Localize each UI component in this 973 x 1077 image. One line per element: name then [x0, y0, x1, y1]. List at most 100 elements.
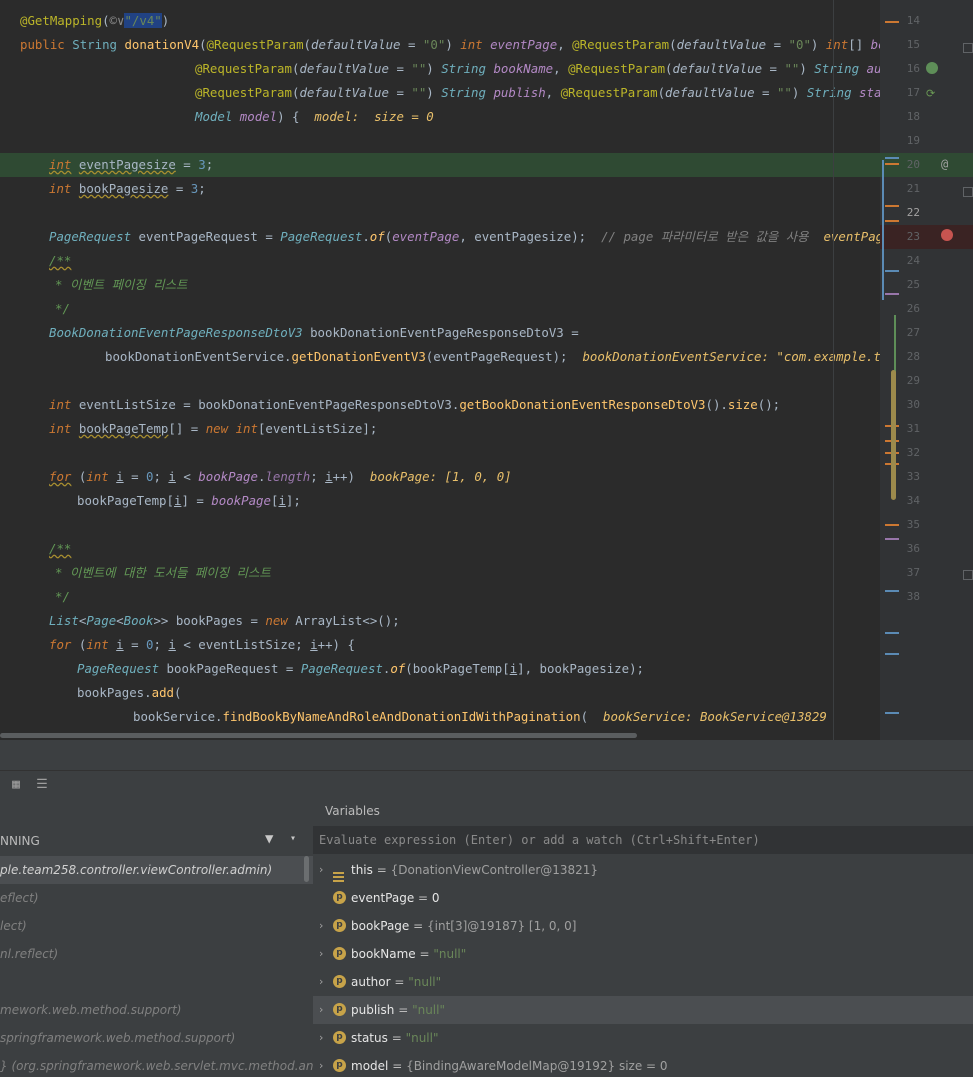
parameter-icon: p [333, 975, 346, 988]
variable-name: bookPage [351, 919, 410, 933]
code-line-42: bookService.findBookByNameAndRoleAndDona… [133, 709, 827, 724]
line-number: 21 [906, 182, 920, 195]
variable-row[interactable]: › p bookPage = {int[3]@19187} [1, 0, 0] [313, 912, 973, 940]
change-marker [885, 524, 899, 526]
filter-icon[interactable]: ▼ [265, 831, 273, 847]
variable-row[interactable]: p eventPage = 0 [313, 884, 973, 912]
chevron-down-icon[interactable]: ▾ [290, 833, 296, 844]
line-number: 20 [906, 158, 920, 171]
variable-value: "null" [412, 1003, 445, 1017]
line-number: 19 [906, 134, 920, 147]
change-marker [885, 163, 899, 165]
fold-icon[interactable] [963, 43, 973, 53]
expand-arrow-icon[interactable]: › [319, 996, 323, 1024]
change-marker [885, 653, 899, 655]
line-number: 30 [906, 398, 920, 411]
parameter-icon: p [333, 947, 346, 960]
expand-arrow-icon[interactable]: › [319, 856, 323, 884]
line-number: 32 [906, 446, 920, 459]
frames-scrollbar[interactable] [304, 856, 309, 882]
code-line-30: int bookPageTemp[] = new int[eventListSi… [49, 421, 378, 436]
line-number: 27 [906, 326, 920, 339]
expand-arrow-icon[interactable]: › [319, 1052, 323, 1077]
change-marker [885, 157, 899, 159]
stack-frame[interactable]: springframework.web.method.support) [0, 1024, 313, 1052]
expand-arrow-icon[interactable]: › [319, 912, 323, 940]
stack-frame[interactable]: eflect) [0, 884, 313, 912]
change-marker [885, 538, 899, 540]
code-line-25: */ [55, 301, 70, 316]
code-line-26: BookDonationEventPageResponseDtoV3 bookD… [49, 325, 579, 340]
code-editor[interactable]: @GetMapping(©∨"/v4") public String donat… [0, 0, 973, 740]
parameter-icon: p [333, 919, 346, 932]
comment-page-param: // page 파라미터로 받은 값을 사용 [601, 229, 809, 244]
variable-name: model [351, 1059, 389, 1073]
change-marker [885, 270, 899, 272]
line-number: 22 [906, 206, 920, 219]
expand-arrow-icon[interactable]: › [319, 968, 323, 996]
variable-name: bookName [351, 947, 416, 961]
table-view-icon[interactable]: ▦ [8, 777, 24, 793]
evaluate-expression-input[interactable]: Evaluate expression (Enter) or add a wat… [313, 826, 973, 854]
variable-row[interactable]: › p model = {BindingAwareModelMap@19192} s… [313, 1052, 973, 1077]
stack-frame[interactable] [0, 968, 313, 996]
changed-range-bar [882, 160, 884, 300]
stack-frame[interactable]: mework.web.method.support) [0, 996, 313, 1024]
expand-arrow-icon[interactable]: › [319, 940, 323, 968]
line-number: 31 [906, 422, 920, 435]
change-marker [885, 632, 899, 634]
line-number: 14 [906, 14, 920, 27]
variable-value: {int[3]@19187} [1, 0, 0] [427, 919, 577, 933]
annotation-at-icon[interactable]: @ [941, 157, 948, 171]
line-number: 35 [906, 518, 920, 531]
hint-eventpage: eventPage: 0 [823, 229, 880, 244]
frames-panel: NNING ▼ ▾ ple.team258.controller.viewCon… [0, 798, 313, 1077]
variable-row[interactable]: › p author = "null" [313, 968, 973, 996]
change-marker [885, 293, 899, 295]
fold-icon[interactable] [963, 187, 973, 197]
variable-row[interactable]: › this = {DonationViewController@13821} [313, 856, 973, 884]
line-number: 16 [906, 62, 920, 75]
editor-vertical-scrollbar[interactable] [891, 370, 896, 500]
stack-frame[interactable]: nl.reflect) [0, 940, 313, 968]
right-margin-guide [833, 0, 834, 740]
parameter-icon: p [333, 1031, 346, 1044]
field-list-icon [333, 864, 344, 882]
variable-row[interactable]: › p bookName = "null" [313, 940, 973, 968]
variable-name: author [351, 975, 391, 989]
bean-icon[interactable] [926, 62, 938, 74]
line-number: 15 [906, 38, 920, 51]
code-line-17: @RequestParam(defaultValue = "") String … [195, 85, 880, 100]
variables-title: Variables [325, 804, 380, 818]
code-line-41: bookPages.add( [77, 685, 182, 700]
code-line-20: int bookPagesize = 3; [49, 181, 206, 196]
line-number: 29 [906, 374, 920, 387]
editor-horizontal-scrollbar[interactable] [0, 733, 637, 738]
variable-text: status = "null" [351, 1031, 439, 1045]
variable-text: eventPage = 0 [351, 891, 440, 905]
variable-value: "null" [405, 1031, 439, 1045]
code-line-36: * 이벤트에 대한 도서들 페이징 리스트 [55, 565, 271, 580]
stack-frame[interactable]: ple.team258.controller.viewController.ad… [0, 856, 313, 884]
code-area[interactable]: @GetMapping(©∨"/v4") public String donat… [0, 0, 880, 740]
hint-bookservice: bookService: BookService@13829 [603, 709, 827, 724]
change-marker [885, 205, 899, 207]
parameter-icon: p [333, 891, 346, 904]
expand-arrow-icon[interactable]: › [319, 1024, 323, 1052]
variable-row[interactable]: › p status = "null" [313, 1024, 973, 1052]
panel-splitter[interactable] [0, 740, 973, 770]
stack-frame[interactable]: } (org.springframework.web.servlet.mvc.m… [0, 1052, 313, 1077]
variable-row[interactable]: › p publish = "null" [313, 996, 973, 1024]
stack-frame[interactable]: lect) [0, 912, 313, 940]
variables-panel: Variables Evaluate expression (Enter) or… [313, 798, 973, 1077]
code-line-38: List<Page<Book>> bookPages = new ArrayLi… [49, 613, 400, 628]
layout-icon[interactable]: ☰ [34, 777, 50, 793]
breakpoint-icon[interactable] [941, 229, 953, 241]
code-line-19: int eventPagesize = 3; [0, 153, 880, 177]
variable-value: {BindingAwareModelMap@19192} size = 0 [406, 1059, 668, 1073]
code-line-33: bookPageTemp[i] = bookPage[i]; [77, 493, 301, 508]
bean-navigate-icon[interactable]: ⟳ [926, 87, 935, 100]
line-number: 18 [906, 110, 920, 123]
fold-icon[interactable] [963, 570, 973, 580]
code-line-14: @GetMapping(©∨"/v4") [20, 13, 170, 28]
